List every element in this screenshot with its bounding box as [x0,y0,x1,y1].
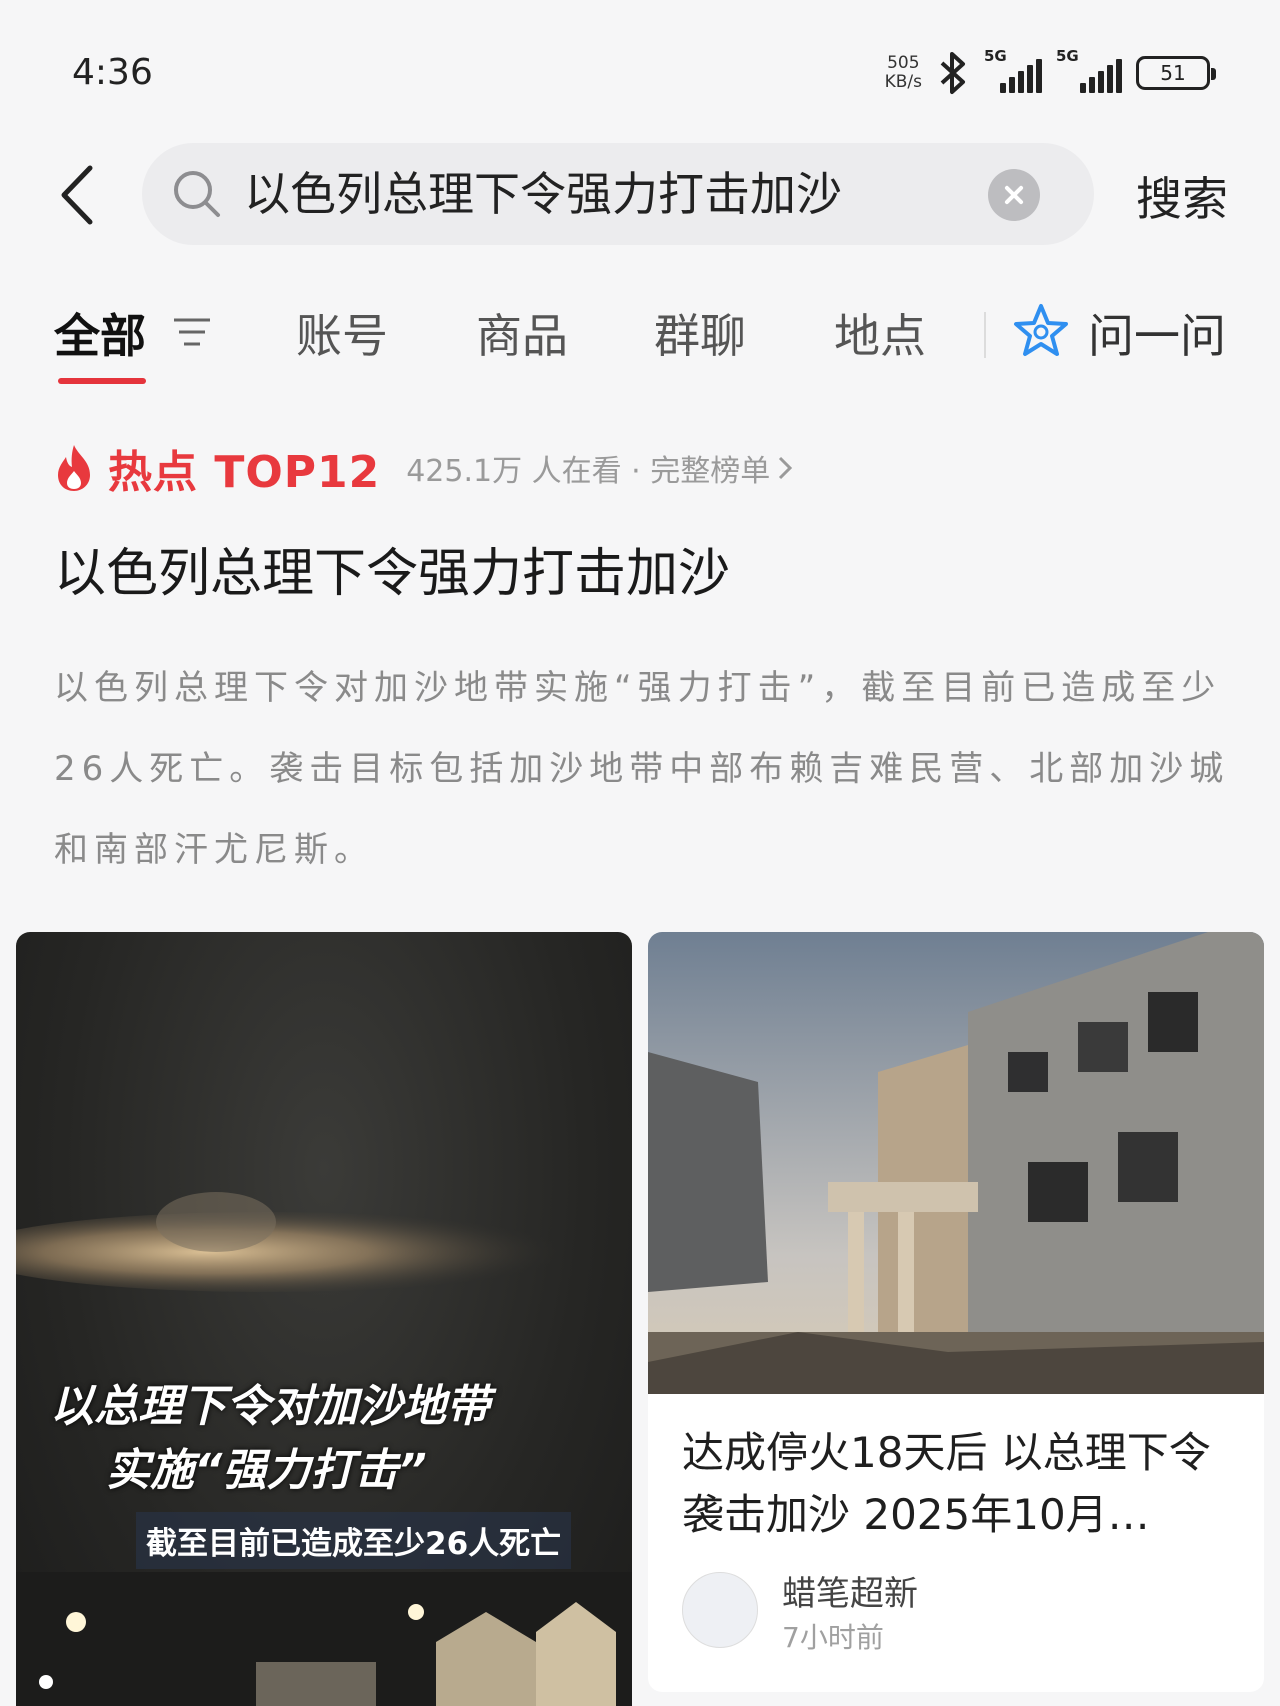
search-input[interactable]: 以色列总理下令强力打击加沙 [142,143,1094,245]
video-caption-line1: 以总理下令对加沙地带 [50,1381,490,1432]
cellular-signal-icon: 5G [984,47,1042,93]
tab-group-chats[interactable]: 群聊 [654,300,746,366]
topic-title[interactable]: 以色列总理下令强力打击加沙 [54,540,730,608]
clear-search-button[interactable] [988,169,1040,221]
post-time: 7小时前 [782,1621,884,1654]
active-tab-indicator [58,378,146,384]
search-icon [174,171,220,217]
video-subcaption: 截至目前已造成至少26人死亡 [136,1512,572,1569]
filter-icon[interactable] [172,314,212,350]
news-card[interactable]: 达成停火18天后 以总理下令袭击加沙 2025年10月… 蜡笔超新 7小时前 [648,932,1264,1692]
author-name[interactable]: 蜡笔超新 [782,1566,918,1615]
hot-topic-badge[interactable]: 热点 TOP12 425.1万 人在看 · 完整榜单 [54,440,794,498]
tab-places[interactable]: 地点 [834,300,926,366]
tab-divider [984,312,986,358]
status-time: 4:36 [72,52,153,93]
search-query[interactable]: 以色列总理下令强力打击加沙 [244,165,842,223]
status-bar: 4:36 505 KB/s 5G 5G 51 [0,0,1280,150]
network-speed-unit: KB/s [884,72,922,92]
battery-level: 51 [1160,61,1186,85]
cellular-signal-icon-2: 5G [1056,47,1122,93]
signal-type-label: 5G [984,47,1007,65]
hot-rank-label: 热点 TOP12 [108,447,381,498]
search-tabs: 全部 账号 商品 群聊 地点 问一问 [0,290,1280,390]
tab-ask[interactable]: 问一问 [1088,300,1226,366]
network-speed: 505 KB/s [885,54,922,92]
explosion-glow-image [16,1192,566,1292]
status-icons: 505 KB/s 5G 5G 51 [885,47,1216,96]
chevron-right-icon [779,456,793,480]
network-speed-value: 505 [887,53,920,73]
battery-icon: 51 [1136,56,1216,90]
bluetooth-icon [940,52,965,94]
destroyed-buildings-photo [648,932,1264,1394]
tab-accounts[interactable]: 账号 [296,300,388,366]
signal-type-label-2: 5G [1056,47,1079,65]
buildings-image [16,1572,632,1706]
video-card[interactable]: 以总理下令对加沙地带 实施“强力打击” 截至目前已造成至少26人死亡 [16,932,632,1706]
hot-views-link[interactable]: 425.1万 人在看 · 完整榜单 [406,446,770,490]
back-button[interactable] [50,160,110,230]
fire-icon [58,445,90,491]
topic-description: 以色列总理下令对加沙地带实施“强力打击”，截至目前已造成至少26人死亡。袭击目标… [54,668,1230,870]
ai-star-icon[interactable] [1012,302,1070,360]
news-card-title[interactable]: 达成停火18天后 以总理下令袭击加沙 2025年10月… [682,1422,1242,1546]
tab-products[interactable]: 商品 [476,300,568,366]
tab-all[interactable]: 全部 [54,300,146,366]
video-caption-line2: 实施“强力打击” [106,1445,427,1496]
avatar[interactable] [682,1572,758,1648]
search-button[interactable]: 搜索 [1136,163,1228,229]
